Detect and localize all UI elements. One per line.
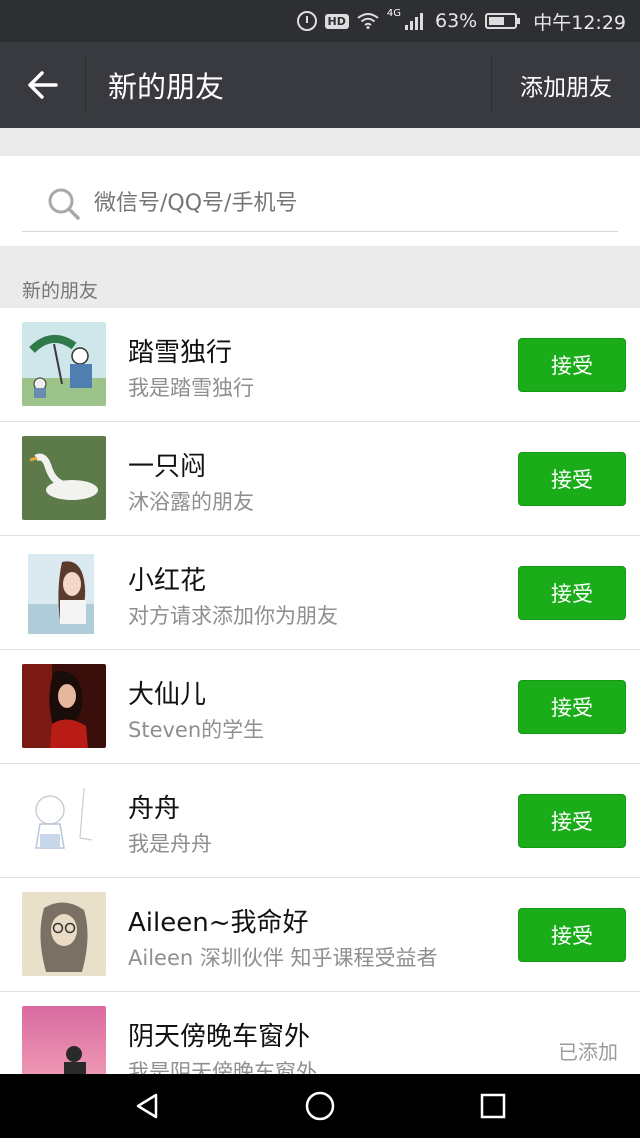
friend-name: 踏雪独行 bbox=[128, 338, 233, 368]
system-nav-bar bbox=[0, 1074, 640, 1138]
accept-button[interactable]: 接受 bbox=[518, 338, 626, 392]
avatar bbox=[22, 550, 106, 634]
avatar bbox=[22, 664, 106, 748]
accept-button[interactable]: 接受 bbox=[518, 680, 626, 734]
friend-row[interactable]: 小红花 对方请求添加你为朋友 接受 bbox=[0, 536, 640, 650]
friend-name: 大仙儿 bbox=[128, 680, 207, 710]
friend-message: Steven的学生 bbox=[128, 718, 265, 742]
avatar bbox=[22, 892, 106, 976]
friend-name: 小红花 bbox=[128, 566, 207, 596]
accept-button[interactable]: 接受 bbox=[518, 794, 626, 848]
page-title: 新的朋友 bbox=[108, 70, 225, 104]
friend-name: 阴天傍晚车窗外 bbox=[128, 1022, 311, 1052]
accept-button[interactable]: 接受 bbox=[518, 452, 626, 506]
add-friend-button[interactable]: 添加朋友 bbox=[491, 57, 640, 113]
wifi-icon bbox=[357, 13, 379, 29]
avatar bbox=[22, 778, 106, 862]
friend-row[interactable]: 踏雪独行 我是踏雪独行 接受 bbox=[0, 308, 640, 422]
status-time: 中午12:29 bbox=[533, 11, 626, 34]
avatar bbox=[22, 436, 106, 520]
signal-icon bbox=[405, 13, 423, 30]
accept-button[interactable]: 接受 bbox=[518, 908, 626, 962]
nav-home-button[interactable] bbox=[290, 1076, 350, 1136]
hd-icon: HD bbox=[324, 13, 349, 29]
status-bar: HD 4G 63% 中午12:29 bbox=[0, 0, 640, 42]
friend-message: 沐浴露的朋友 bbox=[128, 490, 254, 514]
alarm-icon bbox=[296, 11, 317, 31]
friend-name: 舟舟 bbox=[128, 794, 181, 824]
network-type-label: 4G bbox=[386, 8, 401, 19]
friend-row[interactable]: 一只闷 沐浴露的朋友 接受 bbox=[0, 422, 640, 536]
nav-recent-button[interactable] bbox=[463, 1076, 523, 1136]
friend-message: 我是舟舟 bbox=[128, 832, 212, 856]
friend-name: 一只闷 bbox=[128, 452, 207, 482]
section-label: 新的朋友 bbox=[22, 280, 99, 302]
triangle-back-icon bbox=[136, 1093, 157, 1119]
arrow-left-icon bbox=[27, 71, 58, 99]
accept-button[interactable]: 接受 bbox=[518, 566, 626, 620]
circle-home-icon bbox=[305, 1091, 335, 1121]
friend-name: Aileen~我命好 bbox=[128, 908, 309, 938]
search-input[interactable] bbox=[94, 191, 618, 216]
search-section bbox=[0, 156, 640, 246]
avatar bbox=[22, 322, 106, 406]
added-status: 已添加 bbox=[558, 1040, 618, 1064]
friend-message: 我是踏雪独行 bbox=[128, 376, 254, 400]
battery-icon bbox=[485, 13, 521, 29]
friend-row[interactable]: 舟舟 我是舟舟 接受 bbox=[0, 764, 640, 878]
nav-back-button[interactable] bbox=[117, 1076, 177, 1136]
friend-row[interactable]: 大仙儿 Steven的学生 接受 bbox=[0, 650, 640, 764]
search-field[interactable] bbox=[22, 176, 618, 232]
square-recent-icon bbox=[481, 1093, 506, 1119]
title-bar: 新的朋友 添加朋友 bbox=[0, 42, 640, 128]
friend-message: Aileen 深圳伙伴 知乎课程受益者 bbox=[128, 946, 438, 970]
search-icon bbox=[48, 188, 80, 220]
friend-message: 对方请求添加你为朋友 bbox=[128, 604, 338, 628]
friend-list: 踏雪独行 我是踏雪独行 接受 一只闷 沐浴露的朋友 接受 小红花 对方请求添加你… bbox=[0, 308, 640, 1106]
battery-percent: 63% bbox=[435, 10, 478, 32]
back-button[interactable] bbox=[0, 57, 86, 113]
friend-row[interactable]: Aileen~我命好 Aileen 深圳伙伴 知乎课程受益者 接受 bbox=[0, 878, 640, 992]
